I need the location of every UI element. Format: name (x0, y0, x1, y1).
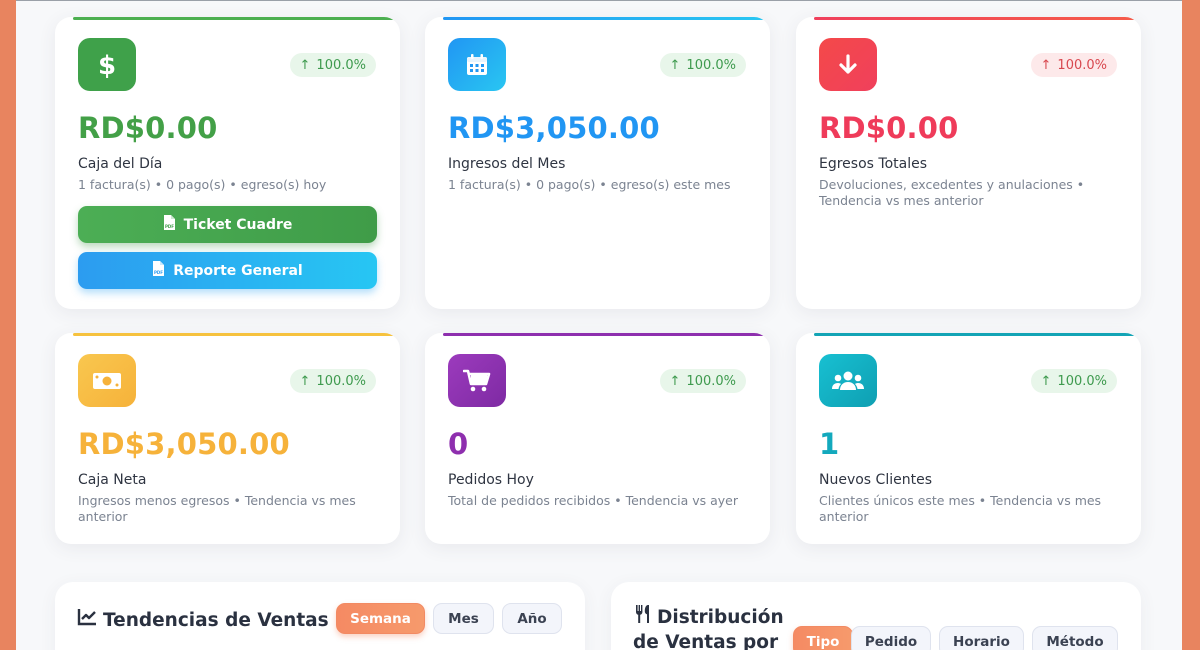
ticket-cuadre-button[interactable]: PDF Ticket Cuadre (78, 206, 377, 243)
tab-ano[interactable]: Año (502, 603, 562, 634)
card-value: RD$0.00 (78, 111, 218, 145)
sales-trends-section: Tendencias de Ventas Semana Mes Año (55, 582, 585, 650)
svg-text:$: $ (98, 51, 116, 79)
sales-trends-title: Tendencias de Ventas (77, 608, 329, 633)
dashboard-panel: $ ↑ 100.0% RD$0.00 Caja del Día 1 factura… (16, 0, 1182, 650)
card-label: Caja Neta (78, 472, 147, 488)
card-label: Ingresos del Mes (448, 156, 566, 172)
trend-badge: ↑ 100.0% (659, 369, 746, 393)
arrow-up-icon: ↑ (1040, 57, 1052, 73)
card-description: 1 factura(s) • 0 pago(s) • egreso(s) est… (448, 177, 731, 192)
card-accent-bar (443, 17, 764, 20)
money-bill-icon (78, 354, 136, 407)
trend-badge: ↑ 100.0% (1030, 53, 1117, 77)
tab-metodo[interactable]: Método (1032, 626, 1118, 650)
card-egresos-totales: ↑ 100.0% RD$0.00 Egresos Totales Devoluci… (796, 17, 1141, 309)
tab-semana[interactable]: Semana (336, 603, 425, 634)
card-accent-bar (814, 333, 1135, 336)
pdf-file-icon: PDF (163, 215, 176, 234)
card-value: 1 (819, 427, 840, 461)
arrow-up-icon: ↑ (669, 57, 681, 73)
card-ingresos-del-mes: ↑ 100.0% RD$3,050.00 Ingresos del Mes 1 f… (425, 17, 770, 309)
users-icon (819, 354, 877, 407)
calendar-icon (448, 38, 506, 91)
card-label: Nuevos Clientes (819, 472, 932, 488)
card-value: RD$3,050.00 (448, 111, 660, 145)
card-label: Caja del Día (78, 156, 163, 172)
card-description: Total de pedidos recibidos • Tendencia v… (448, 493, 739, 508)
card-accent-bar (814, 17, 1135, 20)
sales-distribution-title: Distribución de Ventas por (633, 604, 784, 650)
trend-badge: ↑ 100.0% (289, 53, 376, 77)
tab-horario[interactable]: Horario (939, 626, 1024, 650)
card-accent-bar (73, 17, 394, 20)
trend-badge: ↑ 100.0% (659, 53, 746, 77)
trend-badge: ↑ 100.0% (289, 369, 376, 393)
line-chart-icon (77, 608, 97, 633)
arrow-up-icon: ↑ (299, 373, 311, 389)
card-value: 0 (448, 427, 469, 461)
card-accent-bar (443, 333, 764, 336)
arrow-up-icon: ↑ (1040, 373, 1052, 389)
pdf-file-icon: PDF (152, 261, 165, 280)
reporte-general-button[interactable]: PDF Reporte General (78, 252, 377, 289)
dollar-icon: $ (78, 38, 136, 91)
arrow-down-icon (819, 38, 877, 91)
arrow-up-icon: ↑ (669, 373, 681, 389)
card-label: Pedidos Hoy (448, 472, 534, 488)
card-nuevos-clientes: ↑ 100.0% 1 Nuevos Clientes Clientes único… (796, 333, 1141, 544)
card-description: Clientes únicos este mes • Tendencia vs … (819, 493, 1102, 524)
card-accent-bar (73, 333, 394, 336)
card-description: 1 factura(s) • 0 pago(s) • egreso(s) hoy (78, 177, 327, 192)
card-caja-del-dia: $ ↑ 100.0% RD$0.00 Caja del Día 1 factura… (55, 17, 400, 309)
tab-pedido[interactable]: Pedido (851, 626, 931, 650)
tab-tipo[interactable]: Tipo (793, 626, 853, 650)
arrow-up-icon: ↑ (299, 57, 311, 73)
svg-text:PDF: PDF (154, 270, 163, 275)
sales-distribution-section: Distribución de Ventas por Tipo Pedido H… (611, 582, 1141, 650)
trend-badge: ↑ 100.0% (1030, 369, 1117, 393)
cart-icon (448, 354, 506, 407)
card-label: Egresos Totales (819, 156, 928, 172)
card-value: RD$3,050.00 (78, 427, 290, 461)
card-value: RD$0.00 (819, 111, 959, 145)
tab-mes[interactable]: Mes (433, 603, 494, 634)
card-caja-neta: ↑ 100.0% RD$3,050.00 Caja Neta Ingresos m… (55, 333, 400, 544)
card-pedidos-hoy: ↑ 100.0% 0 Pedidos Hoy Total de pedidos r… (425, 333, 770, 544)
card-description: Ingresos menos egresos • Tendencia vs me… (78, 493, 356, 524)
svg-text:PDF: PDF (165, 224, 174, 229)
card-description: Devoluciones, excedentes y anulaciones •… (819, 177, 1085, 208)
utensils-icon (633, 604, 653, 631)
